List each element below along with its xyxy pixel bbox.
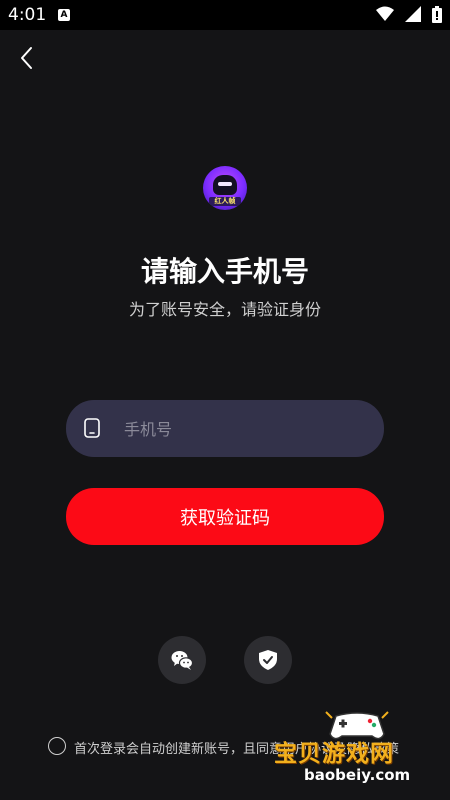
chevron-left-icon — [21, 47, 32, 69]
logo-label: 红人帧 — [209, 197, 241, 206]
status-icons — [370, 6, 442, 24]
status-bar: 4:01 A — [0, 0, 450, 30]
wechat-icon — [171, 651, 194, 670]
signal-icon — [404, 6, 421, 22]
verify-login-button[interactable] — [244, 636, 292, 684]
app-logo: 红人帧 — [203, 166, 247, 210]
agree-checkbox[interactable] — [48, 737, 66, 755]
watermark-title: 宝贝游戏网 — [274, 741, 394, 767]
page-subtitle: 为了账号安全，请验证身份 — [128, 300, 321, 319]
back-button[interactable] — [14, 44, 42, 72]
status-time: 4:01 — [8, 5, 47, 25]
battery-icon — [432, 6, 442, 23]
watermark: 宝贝游戏网 baobeiy.com — [270, 706, 440, 796]
phone-input[interactable] — [122, 400, 366, 459]
status-notification-icon: A — [58, 9, 70, 21]
watermark-url: baobeiy.com — [304, 766, 411, 784]
phone-field[interactable] — [66, 400, 384, 459]
wifi-icon — [375, 6, 394, 21]
page-title: 请输入手机号 — [140, 255, 309, 288]
wechat-login-button[interactable] — [158, 636, 206, 684]
get-code-button[interactable]: 获取验证码 — [66, 488, 384, 545]
shield-check-icon — [259, 650, 277, 670]
logo-eyes-shape — [218, 182, 232, 186]
phone-icon — [84, 418, 100, 438]
